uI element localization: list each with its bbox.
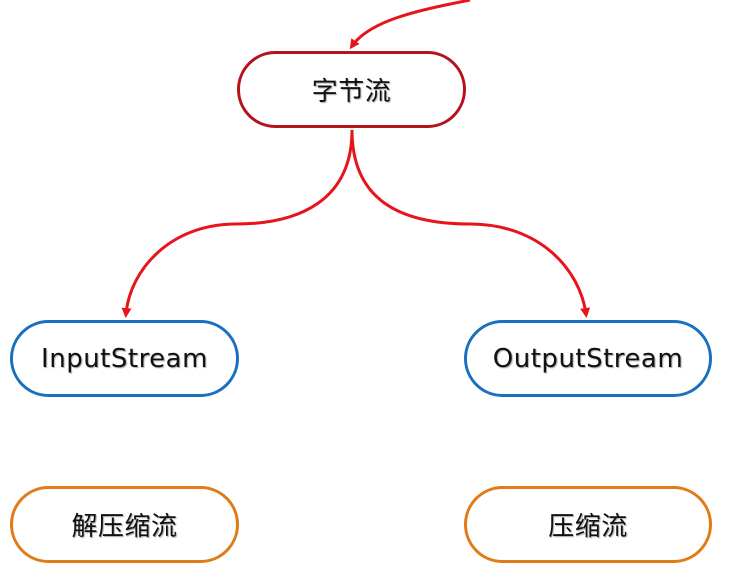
compress-stream-node: 压缩流 (464, 486, 712, 563)
edge-byte-stream-to-input-stream (121, 129, 354, 318)
output-stream-node: OutputStream (464, 320, 712, 397)
byte-stream-label: 字节流 (311, 77, 392, 107)
edge-byte-stream-to-output-stream (350, 129, 591, 318)
diagram-canvas: 字节流 InputStream OutputStream 解压缩流 压缩流 (0, 0, 741, 585)
input-stream-label: InputStream (41, 343, 208, 374)
decompress-stream-node: 解压缩流 (10, 486, 239, 563)
output-stream-label: OutputStream (492, 343, 684, 374)
byte-stream-node: 字节流 (237, 51, 466, 128)
edge-incoming-to-byte-stream (349, 0, 471, 50)
decompress-stream-label: 解压缩流 (71, 512, 178, 542)
compress-stream-label: 压缩流 (548, 512, 628, 542)
input-stream-node: InputStream (10, 320, 239, 397)
